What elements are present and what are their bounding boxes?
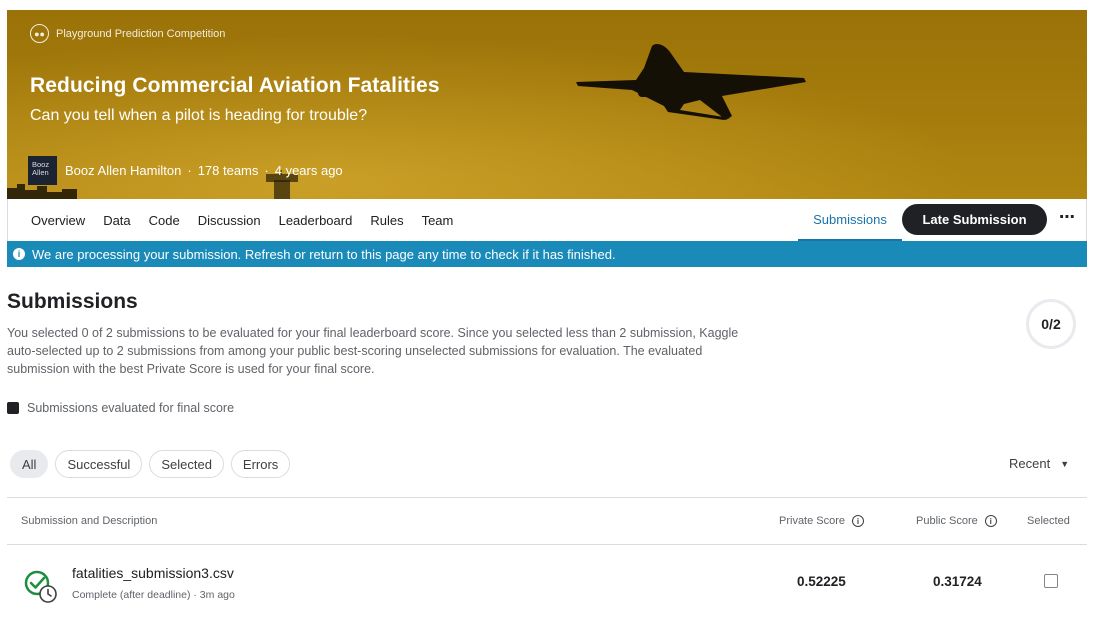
header-public-score: Public Score i [916,515,997,527]
header-submission-label: Submission and Description [21,515,158,527]
submission-file-name[interactable]: fatalities_submission3.csv [72,565,234,581]
header-selected-label: Selected [1027,515,1070,527]
selection-progress-label: 0/2 [1041,316,1061,332]
submissions-description: You selected 0 of 2 submissions to be ev… [7,326,739,376]
tab-code[interactable]: Code [149,213,180,228]
public-score: 0.31724 [933,574,982,589]
competition-type-label: Playground Prediction Competition [56,27,226,40]
host-name[interactable]: Booz Allen Hamilton [65,163,181,178]
header-selected: Selected [1027,515,1070,527]
tab-leaderboard[interactable]: Leaderboard [279,213,353,228]
legend-label: Submissions evaluated for final score [27,401,235,415]
separator: · [264,163,269,178]
airplane-silhouette [576,44,806,120]
team-count[interactable]: 178 teams [198,163,259,178]
competition-nav: Overview Data Code Discussion Leaderboar… [7,199,1087,241]
separator: · [187,163,192,178]
tab-data[interactable]: Data [103,213,130,228]
info-icon[interactable]: i [852,515,865,527]
select-submission-checkbox[interactable] [1044,574,1058,588]
header-public-score-label: Public Score [916,515,978,527]
more-options-icon[interactable]: ⋯ [1058,207,1076,231]
legend-swatch [7,402,19,414]
host-logo-line: Allen [32,168,49,177]
nav-tabs: Overview Data Code Discussion Leaderboar… [31,199,471,241]
info-icon[interactable]: i [984,515,997,527]
tab-overview[interactable]: Overview [31,213,85,228]
playground-icon: ●● [30,24,49,43]
table-row: fatalities_submission3.csv Complete (aft… [7,545,1087,615]
processing-banner: i We are processing your submission. Ref… [7,241,1087,267]
submission-status: Complete (after deadline) · 3m ago [72,589,235,601]
tab-rules[interactable]: Rules [370,213,403,228]
table-header: Submission and Description Private Score… [7,497,1087,545]
tab-team[interactable]: Team [422,213,454,228]
competition-title: Reducing Commercial Aviation Fatalities [30,74,440,97]
tab-submissions[interactable]: Submissions [798,199,902,241]
filter-errors[interactable]: Errors [230,450,291,478]
late-submission-button[interactable]: Late Submission [902,204,1047,235]
final-score-legend: Submissions evaluated for final score [7,401,234,415]
info-icon: i [13,248,25,260]
submissions-table: Submission and Description Private Score… [7,497,1087,615]
tab-discussion[interactable]: Discussion [198,213,261,228]
competition-type: ●● Playground Prediction Competition [30,24,225,43]
header-submission: Submission and Description [21,515,157,527]
competition-header: ●● Playground Prediction Competition Red… [7,10,1087,199]
host-logo[interactable]: Booz Allen [28,156,57,185]
page-title: Submissions [7,290,138,313]
header-private-score: Private Score i [779,515,865,527]
sort-dropdown[interactable]: Recent ▼ [1009,456,1069,471]
submission-filters: All Successful Selected Errors [10,450,297,478]
header-private-score-label: Private Score [779,515,846,527]
filter-all[interactable]: All [10,450,49,478]
selection-progress-ring: 0/2 [1026,299,1076,349]
host-info: Booz Allen Booz Allen Hamilton · 178 tea… [28,156,343,185]
complete-clock-icon [24,570,57,603]
filter-selected[interactable]: Selected [149,450,224,478]
filter-successful[interactable]: Successful [55,450,143,478]
competition-age: 4 years ago [274,163,343,178]
competition-subtitle: Can you tell when a pilot is heading for… [30,107,368,124]
caret-down-icon: ▼ [1060,458,1070,469]
processing-message: We are processing your submission. Refre… [32,246,616,262]
sort-label: Recent [1009,456,1051,471]
private-score: 0.52225 [797,574,846,589]
